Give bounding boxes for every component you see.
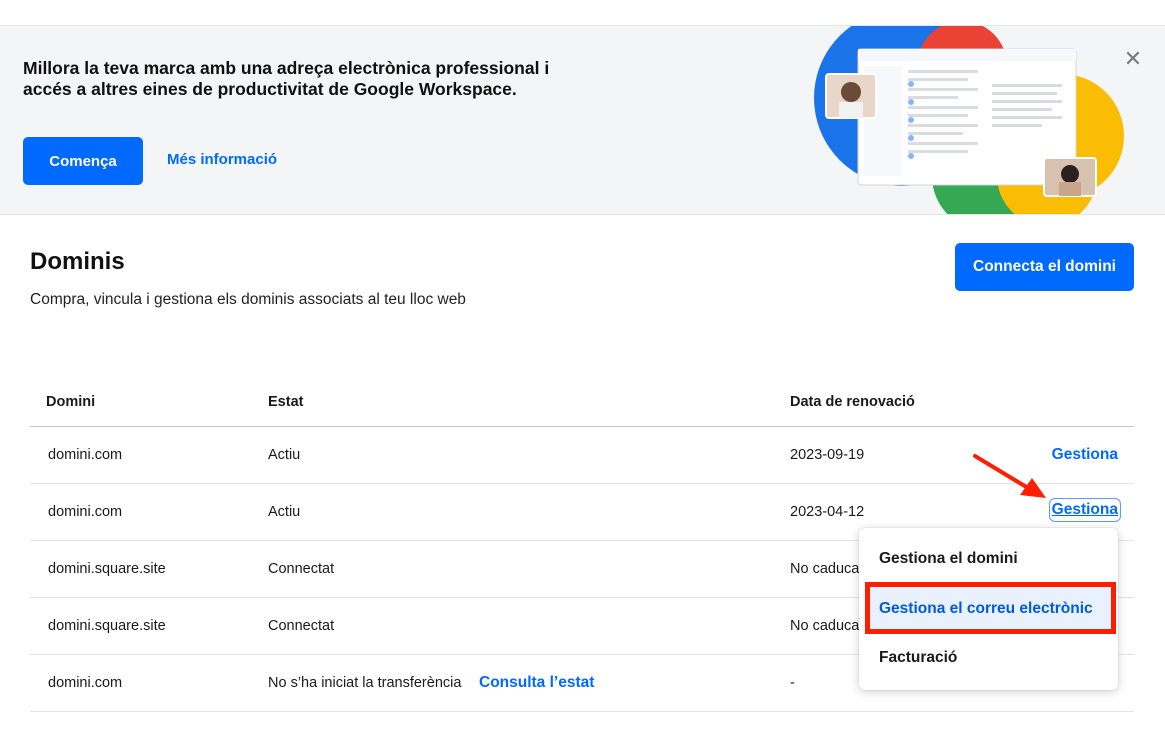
menu-item-billing[interactable]: Facturació [879, 649, 957, 667]
manage-link[interactable]: Gestiona [1052, 446, 1118, 464]
domain-name: domini.com [48, 447, 123, 463]
renewal-date: No caduca [790, 618, 860, 634]
domains-page: Millora la teva marca amb una adreça ele… [0, 0, 1165, 738]
check-status-link[interactable]: Consulta l’estat [479, 674, 594, 692]
page-title: Dominis [30, 248, 125, 275]
more-info-link[interactable]: Més informació [167, 151, 277, 168]
domain-name: domini.com [48, 504, 123, 520]
domain-status: Connectat [268, 561, 335, 577]
column-header-renewal: Data de renovació [790, 394, 915, 410]
column-header-domain: Domini [46, 394, 96, 410]
manage-dropdown-menu: Gestiona el domini Gestiona el correu el… [859, 528, 1118, 690]
domain-status: No s’ha iniciat la transferència [268, 675, 462, 691]
renewal-date: - [790, 675, 795, 691]
domains-table-header: Domini Estat Data de renovació [30, 378, 1134, 427]
menu-item-manage-domain[interactable]: Gestiona el domini [879, 550, 1018, 568]
renewal-date: 2023-09-19 [790, 447, 865, 463]
table-row: domini.com Actiu 2023-09-19 Gestiona [30, 427, 1134, 484]
manage-link[interactable]: Gestiona [1048, 498, 1121, 522]
annotation-arrow-icon [973, 454, 1046, 498]
connect-domain-button[interactable]: Connecta el domini [955, 243, 1134, 291]
domain-name: domini.square.site [48, 561, 166, 577]
domain-name: domini.square.site [48, 618, 166, 634]
menu-item-manage-email[interactable]: Gestiona el correu electrònic [879, 600, 1093, 618]
start-button[interactable]: Comença [23, 137, 143, 185]
domain-name: domini.com [48, 675, 123, 691]
domain-status: Connectat [268, 618, 335, 634]
renewal-date: No caduca [790, 561, 860, 577]
workspace-illustration [814, 26, 1124, 214]
page-subtitle: Compra, vincula i gestiona els dominis a… [30, 291, 466, 308]
close-icon[interactable]: ✕ [1122, 48, 1144, 70]
column-header-status: Estat [268, 394, 304, 410]
renewal-date: 2023-04-12 [790, 504, 865, 520]
domain-status: Actiu [268, 447, 301, 463]
banner-title: Millora la teva marca amb una adreça ele… [23, 58, 550, 99]
workspace-promo-banner: Millora la teva marca amb una adreça ele… [0, 25, 1165, 215]
domain-status: Actiu [268, 504, 301, 520]
